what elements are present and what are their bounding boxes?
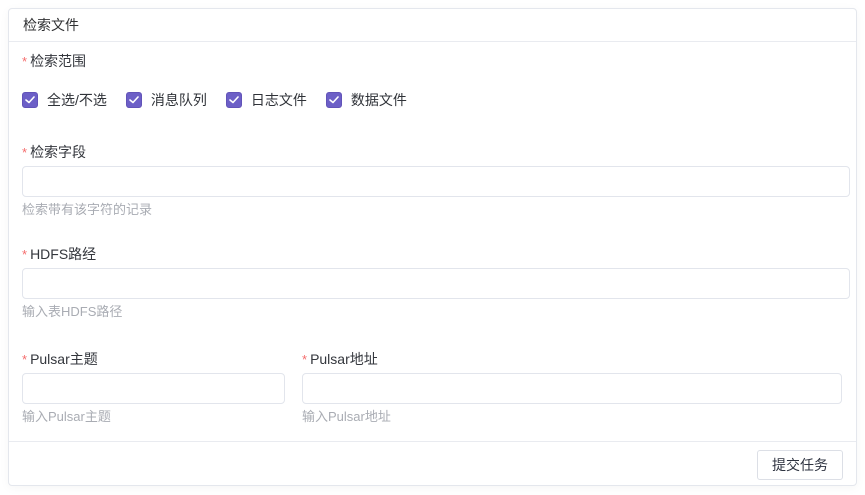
form-item-pulsar-topic: Pulsar主题 输入Pulsar主题 [22,350,285,425]
search-field-label: 检索字段 [22,143,842,162]
form-item-hdfs-path: HDFS路经 输入表HDFS路径 [22,245,842,320]
pulsar-address-input[interactable] [302,373,842,404]
hdfs-path-hint: 输入表HDFS路径 [22,303,842,320]
scope-checkbox-group: 全选/不选 消息队列 日志文件 [22,90,842,110]
checkbox-checked-icon[interactable] [226,92,242,108]
hdfs-path-input[interactable] [22,268,850,299]
checkbox-log-file[interactable]: 日志文件 [226,90,307,110]
form-item-scope: 检索范围 全选/不选 消息队列 [22,52,842,110]
checkbox-checked-icon[interactable] [22,92,38,108]
search-field-hint: 检索带有该字符的记录 [22,201,842,218]
form-item-search-field: 检索字段 检索带有该字符的记录 [22,143,842,218]
checkbox-label-message-queue[interactable]: 消息队列 [151,90,207,110]
checkbox-message-queue[interactable]: 消息队列 [126,90,207,110]
checkbox-label-log-file[interactable]: 日志文件 [251,90,307,110]
retrieve-file-card: 检索文件 检索范围 全选/不选 消息队列 [8,8,857,486]
checkbox-checked-icon[interactable] [326,92,342,108]
pulsar-row: Pulsar主题 输入Pulsar主题 Pulsar地址 输入Pulsar地址 [22,350,842,425]
scope-label: 检索范围 [22,52,842,71]
pulsar-topic-input[interactable] [22,373,285,404]
pulsar-topic-hint: 输入Pulsar主题 [22,408,285,425]
form-item-pulsar-address: Pulsar地址 输入Pulsar地址 [302,350,842,425]
card-header: 检索文件 [9,9,856,42]
checkbox-label-select-all[interactable]: 全选/不选 [47,90,107,110]
checkbox-select-all[interactable]: 全选/不选 [22,90,107,110]
card-footer: 提交任务 [9,441,856,488]
card-title: 检索文件 [23,17,79,33]
retrieve-file-form: 检索范围 全选/不选 消息队列 [9,42,856,441]
pulsar-address-label: Pulsar地址 [302,350,842,369]
pulsar-topic-label: Pulsar主题 [22,350,285,369]
hdfs-path-label: HDFS路经 [22,245,842,264]
checkbox-data-file[interactable]: 数据文件 [326,90,407,110]
checkbox-label-data-file[interactable]: 数据文件 [351,90,407,110]
pulsar-address-hint: 输入Pulsar地址 [302,408,842,425]
checkbox-checked-icon[interactable] [126,92,142,108]
search-field-input[interactable] [22,166,850,197]
submit-task-button[interactable]: 提交任务 [757,450,843,480]
